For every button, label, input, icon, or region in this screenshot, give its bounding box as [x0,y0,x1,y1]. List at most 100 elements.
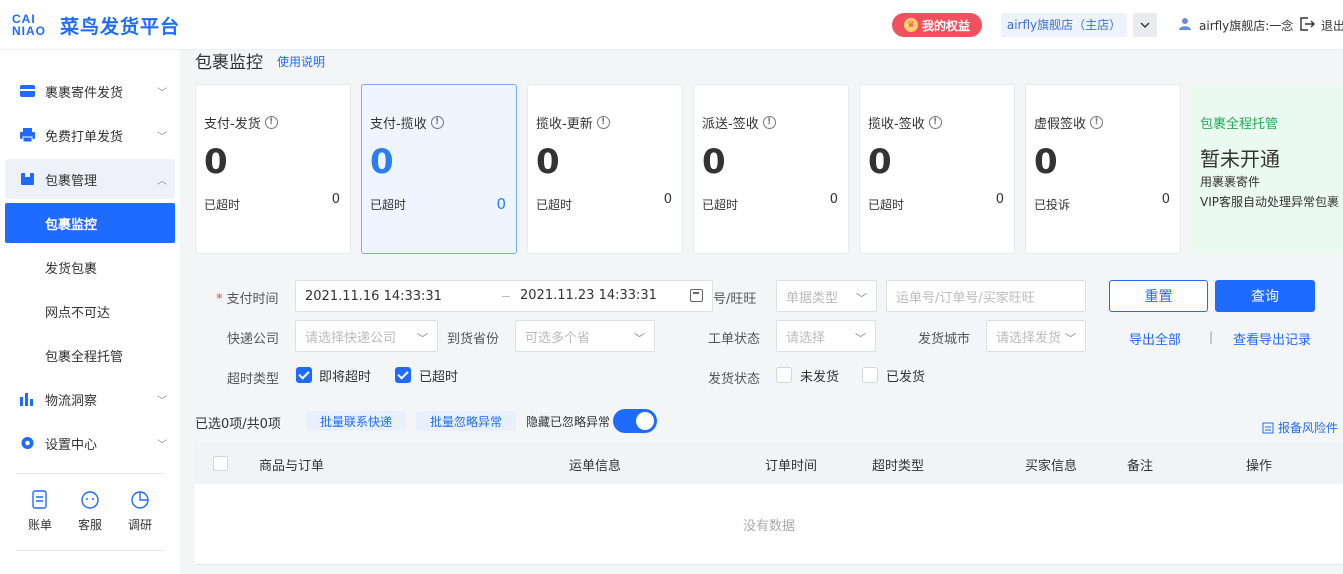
column-header-order-time: 订单时间 [765,459,818,474]
courier-select[interactable]: 请选择快递公司 ﹀ [295,320,438,352]
page-title: 包裹监控 [195,53,263,73]
sidebar-item-guoguo-ship[interactable]: 裹裹寄件发货 ﹀ [5,71,175,111]
hide-ignored-toggle[interactable] [613,409,657,433]
export-records-link[interactable]: 查看导出记录 [1233,329,1311,348]
reset-button[interactable]: 重置 [1109,280,1208,312]
chevron-down-icon: ﹀ [157,88,167,99]
card-sub-value: 0 [331,192,340,207]
promo-card-full-custody[interactable]: 包裹全程托管 暂未开通 用裹裹寄件 VIP客服自动处理异常包裹 [1191,84,1343,254]
table-header: 商品与订单 运单信息 订单时间 超时类型 买家信息 备注 操作 [195,443,1343,484]
info-icon[interactable]: ! [264,116,278,129]
shop-selector[interactable]: airfly旗舰店（主店） [1001,13,1127,37]
logout-icon[interactable] [1299,16,1315,32]
sidebar: 裹裹寄件发货 ﹀ 免费打单发货 ﹀ 包裹管理 ︿ 包裹监控 发货包裹 网点不可达… [0,50,180,574]
logo-text: 菜鸟发货平台 [60,15,181,38]
metric-card-pay-collect[interactable]: 支付-揽收! 0 已超时 0 [361,84,517,254]
ticket-status-select[interactable]: 请选择 ﹀ [776,320,876,352]
sidebar-item-free-print[interactable]: 免费打单发货 ﹀ [5,115,175,155]
chevron-up-icon: ︿ [157,176,167,187]
card-count: 0 [702,142,726,182]
card-sub-label: 已投诉 [1034,198,1071,212]
shop-dropdown-button[interactable] [1133,13,1157,37]
metric-card-fake-sign[interactable]: 虚假签收! 0 已投诉 0 [1025,84,1181,254]
metric-card-pay-ship[interactable]: 支付-发货! 0 已超时 0 [195,84,351,254]
not-shipped-checkbox[interactable] [776,367,792,383]
ticket-status-label: 工单状态 [708,332,761,347]
date-end[interactable]: 2021.11.23 14:33:31 [520,288,657,303]
info-icon[interactable]: ! [762,116,776,129]
sidebar-item-settings[interactable]: 设置中心 ﹀ [5,423,175,463]
survey-label: 调研 [127,518,152,532]
timeout-over-checkbox[interactable] [395,367,411,383]
sidebar-item-label: 裹裹寄件发货 [45,85,124,101]
sidebar-subitem-unreachable[interactable]: 网点不可达 [5,291,175,331]
province-select[interactable]: 可选多个省 ﹀ [515,320,655,352]
sidebar-item-label: 设置中心 [45,437,98,453]
batch-contact-courier-button[interactable]: 批量联系快递 [306,411,406,431]
promo-title: 包裹全程托管 [1200,117,1279,132]
my-perks-button[interactable]: ♛ 我的权益 [892,13,982,37]
service-label: 客服 [77,518,102,532]
card-sub-label: 已超时 [868,198,905,212]
metric-card-collect-sign[interactable]: 揽收-签收! 0 已超时 0 [859,84,1015,254]
export-all-link[interactable]: 导出全部 [1129,329,1181,348]
sidebar-subitem-full-custody[interactable]: 包裹全程托管 [5,335,175,375]
service-tool[interactable]: 客服 [72,490,108,533]
card-title: 揽收-更新! [536,113,610,132]
metric-card-deliver-sign[interactable]: 派送-签收! 0 已超时 0 [693,84,849,254]
card-title-text: 支付-揽收 [370,117,427,132]
ship-city-select[interactable]: 请选择发货 ﹀ [986,320,1086,352]
sidebar-item-label: 免费打单发货 [45,129,124,145]
sidebar-subitem-package-monitor[interactable]: 包裹监控 [5,203,175,243]
sidebar-subitem-shipped-packages[interactable]: 发货包裹 [5,247,175,287]
info-icon[interactable]: ! [928,116,942,129]
info-icon[interactable]: ! [1090,116,1104,129]
waybill-label: 号/旺旺 [713,292,757,307]
province-placeholder: 可选多个省 [525,330,591,346]
card-sub-value: 0 [496,195,506,213]
promo-status: 暂未开通 [1200,147,1280,171]
sidebar-divider [16,473,164,474]
sidebar-item-package-management[interactable]: 包裹管理 ︿ [5,159,175,199]
info-icon[interactable]: ! [430,116,444,129]
bill-tool[interactable]: 账单 [22,490,58,533]
logout-link[interactable]: 退出 [1321,17,1343,34]
sidebar-item-label: 包裹管理 [45,173,98,189]
batch-ignore-exception-button[interactable]: 批量忽略异常 [416,411,516,431]
card-sub-label: 已超时 [536,198,573,212]
query-button[interactable]: 查询 [1215,280,1315,312]
courier-label: 快递公司 [227,332,280,347]
survey-tool[interactable]: 调研 [122,490,158,533]
help-link[interactable]: 使用说明 [277,53,325,70]
link-separator: | [1209,330,1214,344]
user-name[interactable]: airfly旗舰店:一念 [1199,17,1294,34]
chevron-down-icon: ﹀ [157,440,167,451]
empty-state: 没有数据 [742,519,795,534]
metric-card-collect-update[interactable]: 揽收-更新! 0 已超时 0 [527,84,683,254]
shipped-checkbox[interactable] [862,367,878,383]
printer-icon [20,128,35,143]
sidebar-item-logistics-insight[interactable]: 物流洞察 ﹀ [5,379,175,419]
top-bar: CAI NIAO 菜鸟发货平台 ♛ 我的权益 airfly旗舰店（主店） air… [0,0,1343,50]
chevron-down-icon: ﹀ [1065,332,1076,345]
search-input[interactable]: 运单号/订单号/买家旺旺 [886,280,1086,312]
bill-icon [32,490,47,509]
province-label: 到货省份 [447,332,500,347]
date-start[interactable]: 2021.11.16 14:33:31 [305,289,442,304]
report-risk-link[interactable]: 报备风险件 [1262,419,1338,436]
package-icon [21,173,34,185]
card-title-text: 虚假签收 [1034,117,1087,132]
card-sub-label: 已超时 [204,198,241,212]
doc-type-select[interactable]: 单据类型 ﹀ [776,280,877,312]
cainiao-logo[interactable]: CAI NIAO 菜鸟发货平台 [12,10,180,40]
chevron-down-icon: ﹀ [157,132,167,143]
select-all-checkbox[interactable] [213,456,228,471]
ship-city-label: 发货城市 [918,332,971,347]
card-title: 支付-发货! [204,113,278,132]
search-placeholder: 运单号/订单号/买家旺旺 [896,290,1035,306]
info-icon[interactable]: ! [596,116,610,129]
timeout-soon-checkbox[interactable] [296,367,312,383]
card-sub-value: 0 [829,192,838,207]
card-count: 0 [868,142,892,182]
calendar-icon[interactable] [690,289,703,302]
